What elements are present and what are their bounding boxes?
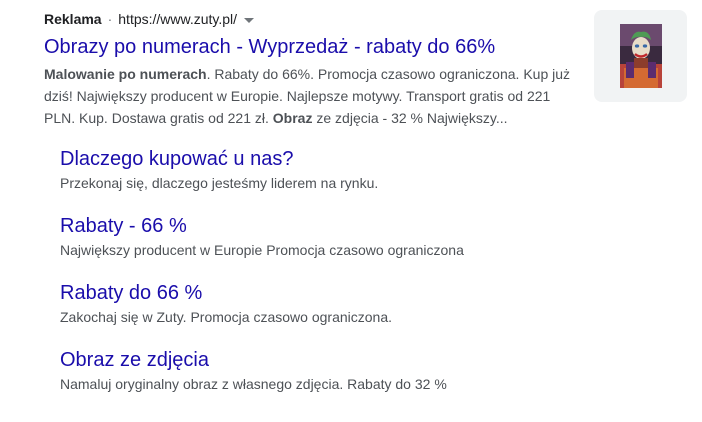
ad-description: Malowanie po numerach. Rabaty do 66%. Pr… xyxy=(44,63,579,129)
sitelinks-list: Dlaczego kupować u nas? Przekonaj się, d… xyxy=(60,146,660,414)
sitelink-title[interactable]: Rabaty - 66 % xyxy=(60,213,660,239)
separator-dot: · xyxy=(107,11,113,27)
desc-bold-keyword: Malowanie po numerach xyxy=(44,66,207,82)
joker-painting-thumbnail xyxy=(619,24,662,88)
sitelink-title[interactable]: Obraz ze zdjęcia xyxy=(60,347,660,373)
ad-label: Reklama xyxy=(44,11,102,27)
desc-bold-keyword: Obraz xyxy=(272,110,313,126)
caret-down-icon[interactable] xyxy=(244,17,255,23)
ad-thumbnail[interactable] xyxy=(594,10,687,102)
sitelink-item: Rabaty do 66 % Zakochaj się w Zuty. Prom… xyxy=(60,280,660,347)
sitelink-item: Dlaczego kupować u nas? Przekonaj się, d… xyxy=(60,146,660,213)
ad-title-link[interactable]: Obrazy po numerach - Wyprzedaż - rabaty … xyxy=(44,34,495,60)
desc-text: ze zdjęcia - 32 % Największy... xyxy=(312,110,508,126)
ad-header: Reklama · https://www.zuty.pl/ xyxy=(44,10,255,28)
sitelink-title[interactable]: Rabaty do 66 % xyxy=(60,280,660,306)
ad-url[interactable]: https://www.zuty.pl/ xyxy=(118,10,237,28)
sitelink-item: Rabaty - 66 % Największy producent w Eur… xyxy=(60,213,660,280)
sitelink-description: Przekonaj się, dlaczego jesteśmy liderem… xyxy=(60,175,379,191)
sitelink-description: Namaluj oryginalny obraz z własnego zdję… xyxy=(60,376,447,392)
sitelink-description: Największy producent w Europie Promocja … xyxy=(60,242,464,258)
sitelink-title[interactable]: Dlaczego kupować u nas? xyxy=(60,146,660,172)
sitelink-item: Obraz ze zdjęcia Namaluj oryginalny obra… xyxy=(60,347,660,414)
sitelink-description: Zakochaj się w Zuty. Promocja czasowo og… xyxy=(60,309,392,325)
